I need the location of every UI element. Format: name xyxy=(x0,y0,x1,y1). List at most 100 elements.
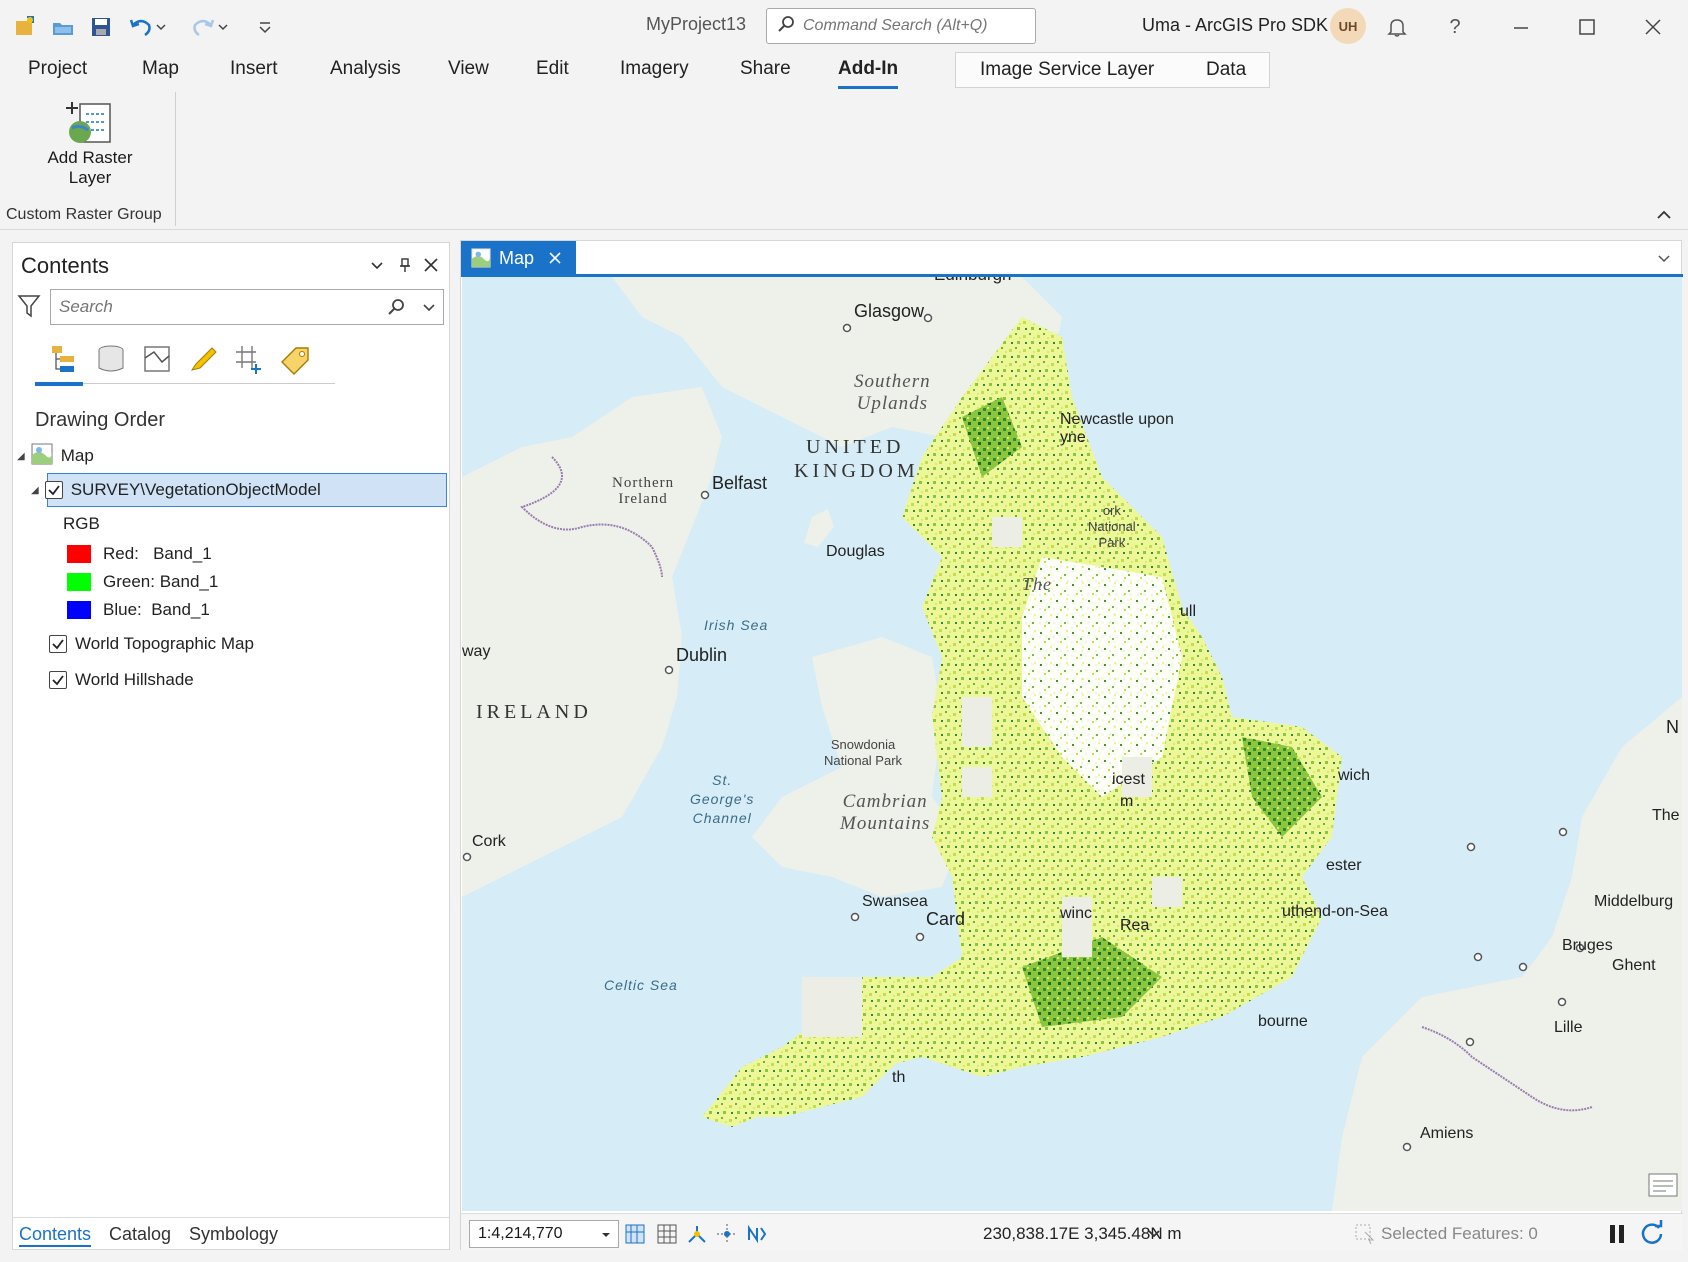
label-line: Channel xyxy=(692,810,752,826)
layer-vegetation[interactable]: ◢ SURVEY\VegetationObjectModel xyxy=(31,475,321,505)
coordinate-units-chevron-icon[interactable] xyxy=(1147,1226,1161,1245)
chevron-down-icon[interactable] xyxy=(421,299,437,320)
command-search-input[interactable] xyxy=(803,17,1023,35)
map-view-tab[interactable]: Map xyxy=(461,241,576,275)
tab-analysis[interactable]: Analysis xyxy=(330,58,401,86)
scale-dropdown[interactable]: 1:4,214,770 xyxy=(469,1220,619,1248)
pause-drawing-icon[interactable] xyxy=(1607,1222,1627,1251)
layer-world-hillshade[interactable]: World Hillshade xyxy=(49,665,194,695)
tab-map[interactable]: Map xyxy=(142,58,179,86)
label-line: St. xyxy=(712,772,733,788)
tab-data[interactable]: Data xyxy=(1206,59,1246,81)
map-label-eastbourne: bourne xyxy=(1258,1013,1308,1030)
layer-visibility-checkbox[interactable] xyxy=(49,671,67,689)
rotation-icon[interactable] xyxy=(745,1222,769,1251)
notifications-bell-icon[interactable] xyxy=(1380,10,1414,44)
list-by-drawing-order-icon[interactable] xyxy=(45,339,85,379)
project-name: MyProject13 xyxy=(646,14,747,34)
layer-name: World Topographic Map xyxy=(75,634,254,653)
tab-view[interactable]: View xyxy=(448,58,489,86)
tab-imagery[interactable]: Imagery xyxy=(620,58,689,86)
map-label-way: way xyxy=(462,643,491,660)
tab-catalog[interactable]: Catalog xyxy=(109,1224,171,1245)
new-project-icon[interactable] xyxy=(10,12,40,42)
map-label-colchester: ester xyxy=(1326,857,1362,874)
filter-icon[interactable] xyxy=(17,293,41,324)
scale-value: 1:4,214,770 xyxy=(478,1225,563,1242)
layer-visibility-checkbox[interactable] xyxy=(49,635,67,653)
view-list-chevron-icon[interactable] xyxy=(1657,251,1671,270)
list-by-labeling-icon[interactable] xyxy=(275,339,315,379)
constraints-icon[interactable] xyxy=(715,1222,739,1251)
grid-icon[interactable] xyxy=(655,1222,679,1251)
label-line: Cambrian xyxy=(842,791,928,812)
tab-contents[interactable]: Contents xyxy=(19,1224,92,1247)
help-button[interactable]: ? xyxy=(1438,10,1472,44)
map-label-douglas: Douglas xyxy=(826,543,885,560)
label-line: Park xyxy=(1098,535,1126,550)
add-raster-label-line1: Add Raster xyxy=(47,148,133,167)
basemap-attribution-icon[interactable] xyxy=(1648,1173,1678,1202)
contents-pane: Contents Search Drawing Order ◢ Map ◢ SU… xyxy=(12,242,450,1250)
map-tab-label: Map xyxy=(499,247,535,268)
close-tab-icon[interactable] xyxy=(548,251,562,265)
avatar[interactable]: UH xyxy=(1330,8,1366,44)
title-bar: MyProject13 Uma - ArcGIS Pro SDK UH ? xyxy=(0,0,1688,52)
command-search-box[interactable] xyxy=(766,8,1036,44)
tab-add-in[interactable]: Add-In xyxy=(838,58,899,89)
redo-icon[interactable] xyxy=(186,12,232,42)
contents-search-box[interactable] xyxy=(50,289,444,325)
refresh-icon[interactable] xyxy=(1639,1220,1665,1251)
label-line: National xyxy=(1088,519,1136,534)
map-label-southend: uthend-on-Sea xyxy=(1282,903,1388,920)
minimize-icon[interactable] xyxy=(1504,10,1538,44)
tab-image-service-layer[interactable]: Image Service Layer xyxy=(980,59,1154,81)
search-icon[interactable] xyxy=(387,298,405,321)
maximize-icon[interactable] xyxy=(1570,10,1604,44)
map-canvas[interactable]: Edinburgh Glasgow Southern Uplands Newca… xyxy=(462,277,1682,1211)
layer-visibility-checkbox[interactable] xyxy=(44,481,63,499)
map-label-united-kingdom: UNITED KINGDOM xyxy=(794,435,919,483)
list-by-editing-icon[interactable] xyxy=(183,339,223,379)
save-project-icon[interactable] xyxy=(86,12,116,42)
add-raster-layer-button[interactable]: Add Raster Layer xyxy=(40,92,140,202)
list-by-source-icon[interactable] xyxy=(91,339,131,379)
map-label-norwich: wich xyxy=(1338,767,1371,784)
user-label[interactable]: Uma - ArcGIS Pro SDK xyxy=(1142,15,1328,36)
snapping-icon[interactable] xyxy=(685,1222,709,1251)
contextual-tab-group: Image Service Layer Data xyxy=(955,52,1270,88)
label-line: National Park xyxy=(824,753,903,768)
collapse-arrow-icon[interactable]: ◢ xyxy=(31,485,39,496)
tree-node-map[interactable]: ◢ Map xyxy=(17,441,94,471)
tab-share[interactable]: Share xyxy=(740,58,791,86)
layer-world-topographic[interactable]: World Topographic Map xyxy=(49,629,254,659)
list-by-snapping-icon[interactable] xyxy=(229,339,269,379)
contents-search-input[interactable] xyxy=(59,297,379,317)
map-label-reading: Rea xyxy=(1120,917,1150,934)
tab-edit[interactable]: Edit xyxy=(536,58,569,86)
map-label-cork: Cork xyxy=(472,833,506,850)
pin-icon[interactable] xyxy=(397,257,413,278)
map-node-label: Map xyxy=(60,446,94,465)
close-icon[interactable] xyxy=(1636,10,1670,44)
map-label-hull: ull xyxy=(1180,603,1197,620)
tab-project[interactable]: Project xyxy=(28,58,87,86)
tab-insert[interactable]: Insert xyxy=(230,58,278,86)
list-by-selection-icon[interactable] xyxy=(137,339,177,379)
map-label-northern-ireland: Northern Ireland xyxy=(612,475,674,507)
tab-symbology[interactable]: Symbology xyxy=(189,1224,278,1245)
fixed-zoom-icon[interactable] xyxy=(623,1222,649,1251)
layer-name: World Hillshade xyxy=(75,670,194,689)
collapse-arrow-icon[interactable]: ◢ xyxy=(17,451,25,462)
customize-qat-icon[interactable] xyxy=(254,12,276,42)
pane-menu-chevron-icon[interactable] xyxy=(369,257,385,278)
map-label-celtic-sea: Celtic Sea xyxy=(604,977,678,993)
band-red-label: Red: Band_1 xyxy=(103,544,212,563)
collapse-ribbon-icon[interactable] xyxy=(1656,208,1672,226)
close-pane-icon[interactable] xyxy=(423,257,439,278)
undo-icon[interactable] xyxy=(124,12,170,42)
open-project-icon[interactable] xyxy=(48,12,78,42)
label-line: UNITED xyxy=(806,436,905,458)
search-icon xyxy=(777,15,795,38)
map-label-cardiff: Card xyxy=(926,909,966,929)
